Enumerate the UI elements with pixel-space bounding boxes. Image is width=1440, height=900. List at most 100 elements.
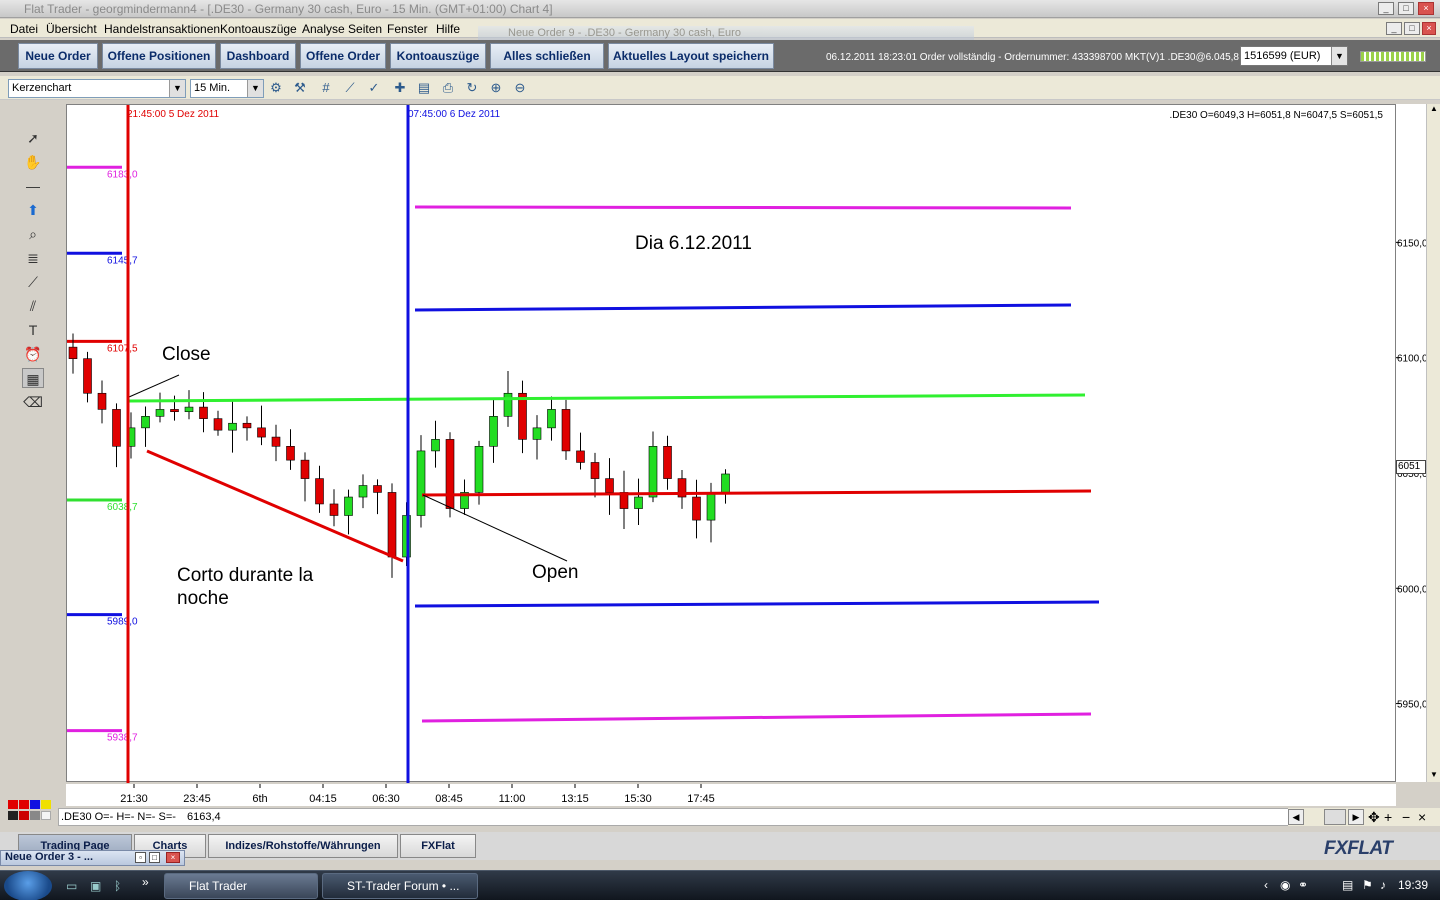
close-all-button[interactable]: Alles schließen bbox=[490, 43, 604, 69]
ohlc-header: .DE30 O=6049,3 H=6051,8 N=6047,5 S=6051,… bbox=[1169, 110, 1383, 121]
zoom-in-icon[interactable]: + bbox=[1384, 809, 1392, 825]
account-statements-button[interactable]: Kontoauszüge bbox=[390, 43, 486, 69]
wifi-icon[interactable]: ⚑ bbox=[1362, 878, 1373, 892]
restore-icon[interactable]: ▫ bbox=[135, 852, 146, 863]
close-pointer-line bbox=[128, 374, 180, 398]
start-button[interactable] bbox=[4, 871, 52, 900]
account-select[interactable]: 1516599 (EUR) ▼ bbox=[1240, 46, 1348, 66]
timeframe-select[interactable]: 15 Min. ▼ bbox=[190, 79, 264, 98]
indicator-icon[interactable]: ⚒ bbox=[292, 80, 308, 96]
minimize-button[interactable]: _ bbox=[1378, 2, 1394, 15]
volume-icon[interactable]: ♪ bbox=[1380, 878, 1386, 892]
document-icon[interactable]: ▤ bbox=[416, 80, 432, 96]
calculator-icon[interactable]: ▦ bbox=[22, 368, 44, 388]
chart-settings-icon[interactable]: ⚙ bbox=[268, 80, 284, 96]
candle-body bbox=[706, 492, 716, 521]
menu-handelstransaktionen[interactable]: Handelstransaktionen bbox=[104, 22, 220, 36]
candle-body bbox=[199, 406, 208, 419]
bluetooth-icon[interactable]: ᛒ bbox=[114, 879, 121, 893]
show-desktop-icon[interactable]: ▭ bbox=[66, 879, 77, 893]
minimized-order-window[interactable]: Neue Order 3 - ... ▫ □ × bbox=[0, 850, 185, 866]
alarm-clock-icon[interactable]: ⏰ bbox=[22, 344, 44, 364]
horizontal-scrollbar[interactable]: ◀ ▶ ✥ + − × bbox=[1288, 808, 1440, 826]
menu-hilfe[interactable]: Hilfe bbox=[436, 22, 460, 36]
scroll-right-icon[interactable]: ▶ bbox=[1348, 809, 1364, 825]
annotation-close: Close bbox=[162, 344, 211, 365]
crosshair-icon[interactable]: ✚ bbox=[392, 80, 408, 96]
menu-fenster[interactable]: Fenster bbox=[387, 22, 428, 36]
save-layout-button[interactable]: Aktuelles Layout speichern bbox=[608, 43, 774, 69]
zoom-in-icon[interactable]: ⊕ bbox=[488, 80, 504, 96]
scroll-up-icon[interactable]: ▲ bbox=[1428, 104, 1440, 116]
candle-body bbox=[416, 450, 426, 516]
menu-datei[interactable]: Datei bbox=[10, 22, 38, 36]
print-icon[interactable]: ⎙ bbox=[440, 80, 456, 96]
channel-icon[interactable]: ⫽ bbox=[22, 296, 44, 316]
scroll-left-icon[interactable]: ◀ bbox=[1288, 809, 1304, 825]
vertical-scrollbar[interactable]: ▲ ▼ bbox=[1426, 104, 1440, 782]
main-toolbar: Neue Order Offene Positionen Dashboard O… bbox=[0, 40, 1440, 72]
maximize-button[interactable]: □ bbox=[1398, 2, 1414, 15]
maximize-icon[interactable]: □ bbox=[149, 852, 160, 863]
chart-type-select[interactable]: Kerzenchart ▼ bbox=[8, 79, 186, 98]
tab-fxflat[interactable]: FXFlat bbox=[400, 834, 476, 858]
grid-icon[interactable]: # bbox=[318, 80, 334, 96]
draw-line-icon[interactable]: ⟋ bbox=[342, 80, 358, 96]
pointer-icon[interactable]: ➚ bbox=[22, 128, 44, 148]
zoom-out-icon[interactable]: ⊖ bbox=[512, 80, 528, 96]
network-icon[interactable]: ⚭ bbox=[1298, 878, 1308, 892]
close-chart-icon[interactable]: × bbox=[1418, 809, 1426, 825]
left-level-label: 6183,0 bbox=[107, 169, 138, 180]
chart-area[interactable]: 6183,0 6145,7 6107,5 6038,7 5989,0 5938,7 21:… bbox=[66, 104, 1396, 783]
taskbar-flat-trader[interactable]: Flat Trader bbox=[164, 873, 318, 899]
close-button[interactable]: × bbox=[1418, 2, 1434, 15]
open-orders-button[interactable]: Offene Order bbox=[300, 43, 386, 69]
menu-uebersicht[interactable]: Übersicht bbox=[46, 22, 97, 36]
mdi-close-button[interactable]: × bbox=[1422, 22, 1436, 35]
trend-icon[interactable]: ✓ bbox=[366, 80, 382, 96]
floating-order-window[interactable]: Neue Order 9 - .DE30 - Germany 30 cash, … bbox=[478, 26, 974, 40]
quicklaunch-icon[interactable]: ▣ bbox=[90, 879, 101, 893]
new-order-button[interactable]: Neue Order bbox=[18, 43, 98, 69]
candle-body bbox=[576, 450, 585, 463]
tab-indices[interactable]: Indizes/Rohstoffe/Währungen bbox=[208, 834, 398, 858]
move-icon[interactable]: ✥ bbox=[1368, 809, 1380, 826]
scroll-thumb[interactable] bbox=[1324, 809, 1346, 825]
magnifier-icon[interactable]: ⌕ bbox=[22, 224, 44, 244]
scroll-down-icon[interactable]: ▼ bbox=[1428, 770, 1440, 782]
tray-expand-icon[interactable]: ‹ bbox=[1264, 878, 1268, 892]
open-positions-button[interactable]: Offene Positionen bbox=[102, 43, 216, 69]
x-tick-label: 11:00 bbox=[499, 793, 526, 805]
arrow-up-icon[interactable]: ⬆ bbox=[22, 200, 44, 220]
candle-body bbox=[213, 418, 223, 431]
candle-body bbox=[112, 409, 121, 447]
chrome-icon[interactable]: ◉ bbox=[1280, 878, 1290, 892]
close-icon[interactable]: × bbox=[166, 852, 180, 863]
hand-icon[interactable]: ✋ bbox=[22, 152, 44, 172]
mdi-restore-button[interactable]: □ bbox=[1404, 22, 1420, 35]
zoom-out-icon[interactable]: − bbox=[1402, 809, 1410, 825]
taskbar-st-trader-forum[interactable]: ST-Trader Forum • ... bbox=[322, 873, 478, 899]
display-icon[interactable]: ▤ bbox=[1342, 878, 1353, 892]
eraser-icon[interactable]: ⌫ bbox=[22, 392, 44, 412]
menu-kontoauszuege[interactable]: Kontoauszüge bbox=[220, 22, 297, 36]
text-tool-icon[interactable]: T bbox=[22, 320, 44, 340]
timeframe-value: 15 Min. bbox=[194, 82, 231, 94]
color-palette[interactable] bbox=[8, 800, 58, 822]
fibonacci-icon[interactable]: ≣ bbox=[22, 248, 44, 268]
candle-body bbox=[474, 446, 484, 493]
horizontal-line-icon[interactable]: — bbox=[22, 176, 44, 196]
annotation-title: Dia 6.12.2011 bbox=[635, 233, 752, 254]
y-tick-label: 6000,0 bbox=[1397, 584, 1426, 595]
mdi-minimize-button[interactable]: _ bbox=[1386, 22, 1402, 35]
menu-analyse-seiten[interactable]: Analyse Seiten bbox=[302, 22, 382, 36]
trendline-icon[interactable]: ⟋ bbox=[22, 272, 44, 292]
refresh-icon[interactable]: ↻ bbox=[464, 80, 480, 96]
candle-body bbox=[170, 409, 179, 413]
annotation-corto-line1: Corto durante la bbox=[177, 565, 314, 586]
more-icon[interactable]: » bbox=[142, 875, 149, 889]
dashboard-button[interactable]: Dashboard bbox=[220, 43, 296, 69]
chevron-down-icon: ▼ bbox=[1331, 47, 1347, 65]
cursor-price-value: 6163,4 bbox=[187, 811, 221, 823]
candle-body bbox=[663, 446, 672, 479]
